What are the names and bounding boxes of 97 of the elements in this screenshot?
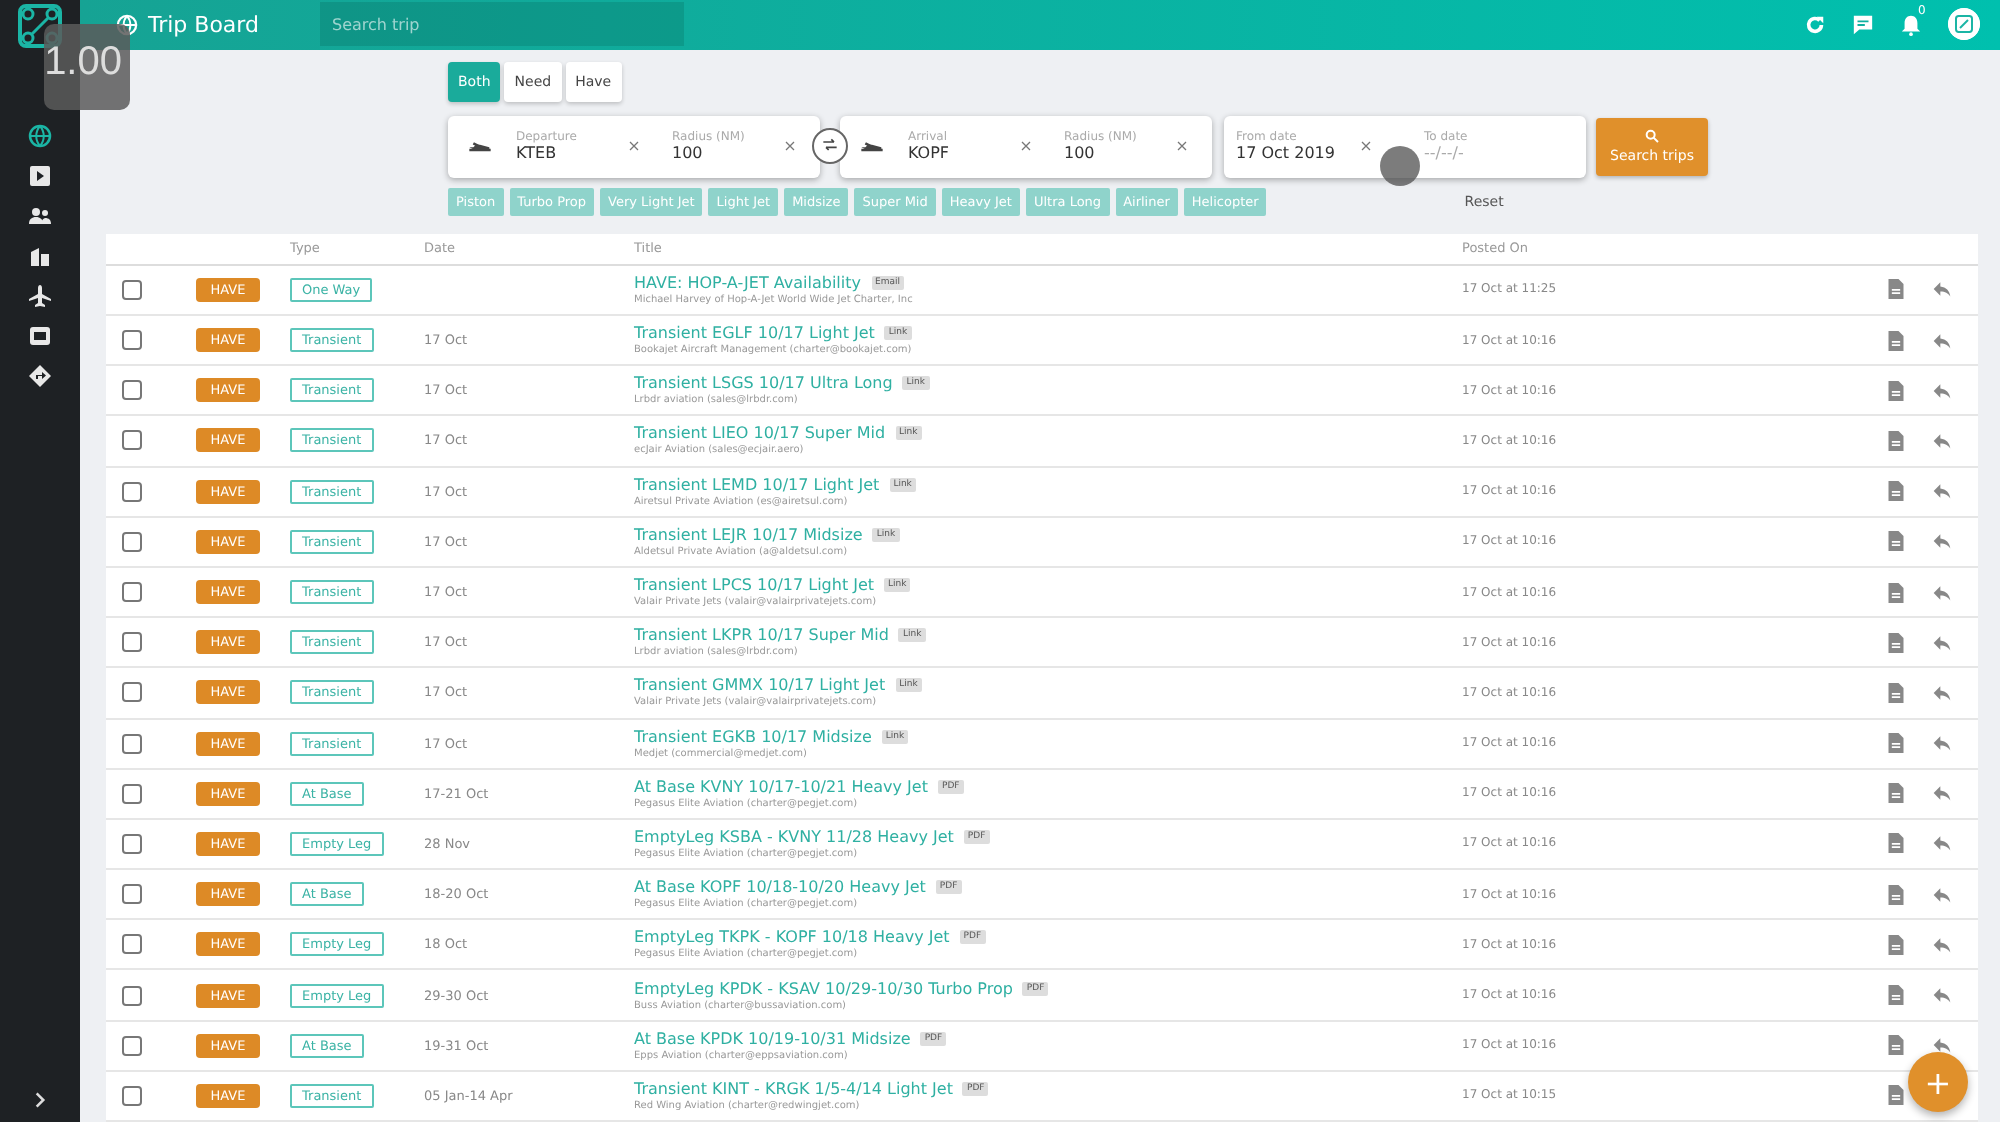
reply-icon[interactable] bbox=[1932, 379, 1952, 402]
avatar-icon[interactable] bbox=[1948, 8, 1980, 41]
row-checkbox[interactable] bbox=[122, 481, 142, 502]
document-icon[interactable] bbox=[1886, 278, 1906, 301]
trip-title-link[interactable]: Transient EGLF 10/17 Light Jet bbox=[634, 324, 875, 343]
trip-title-link[interactable]: Transient EGKB 10/17 Midsize bbox=[634, 727, 872, 746]
trip-title-link[interactable]: Transient LEJR 10/17 Midsize bbox=[634, 525, 863, 544]
trip-title-link[interactable]: At Base KVNY 10/17-10/21 Heavy Jet bbox=[634, 777, 928, 796]
trip-title-link[interactable]: Transient LSGS 10/17 Ultra Long bbox=[634, 374, 893, 393]
document-icon[interactable] bbox=[1886, 480, 1906, 503]
clear-icon[interactable] bbox=[784, 140, 796, 153]
plane-icon bbox=[468, 136, 492, 157]
search-icon bbox=[1644, 128, 1660, 145]
row-checkbox[interactable] bbox=[122, 682, 142, 703]
play-icon[interactable] bbox=[28, 164, 52, 188]
trip-title-link[interactable]: EmptyLeg KSBA - KVNY 11/28 Heavy Jet bbox=[634, 827, 954, 846]
row-checkbox[interactable] bbox=[122, 884, 142, 905]
document-icon[interactable] bbox=[1886, 1084, 1906, 1107]
row-checkbox[interactable] bbox=[122, 1085, 142, 1106]
document-icon[interactable] bbox=[1886, 681, 1906, 704]
app-title: Trip Board bbox=[148, 11, 261, 38]
document-icon[interactable] bbox=[1886, 581, 1906, 604]
row-checkbox[interactable] bbox=[122, 934, 142, 955]
document-icon[interactable] bbox=[1886, 1034, 1906, 1057]
reply-icon[interactable] bbox=[1932, 832, 1952, 855]
document-icon[interactable] bbox=[1886, 832, 1906, 855]
departure-field[interactable]: KTEB bbox=[516, 144, 620, 163]
card-icon[interactable] bbox=[28, 324, 52, 348]
row-checkbox[interactable] bbox=[122, 833, 142, 854]
refresh-icon[interactable] bbox=[1804, 13, 1826, 36]
swap-icon bbox=[820, 138, 840, 155]
reply-icon[interactable] bbox=[1932, 732, 1952, 755]
trip-title-link[interactable]: Transient LPCS 10/17 Light Jet bbox=[634, 576, 875, 595]
reply-icon[interactable] bbox=[1932, 480, 1952, 503]
document-icon[interactable] bbox=[1886, 933, 1906, 956]
reply-icon[interactable] bbox=[1932, 1034, 1952, 1057]
document-icon[interactable] bbox=[1886, 782, 1906, 805]
document-icon[interactable] bbox=[1886, 984, 1906, 1007]
row-checkbox[interactable] bbox=[122, 985, 142, 1006]
chevron-right-icon[interactable] bbox=[30, 1090, 50, 1110]
reply-icon[interactable] bbox=[1932, 883, 1952, 906]
zoom-indicator: 1.00 bbox=[44, 24, 130, 110]
trip-title-link[interactable]: Transient LIEO 10/17 Super Mid bbox=[634, 424, 886, 443]
globe-icon[interactable] bbox=[28, 124, 52, 148]
reply-icon[interactable] bbox=[1932, 429, 1952, 452]
document-icon[interactable] bbox=[1886, 379, 1906, 402]
route-icon[interactable] bbox=[28, 364, 52, 388]
document-icon[interactable] bbox=[1886, 732, 1906, 755]
clear-icon[interactable] bbox=[1176, 140, 1188, 153]
reply-icon[interactable] bbox=[1932, 933, 1952, 956]
reply-icon[interactable] bbox=[1932, 530, 1952, 553]
reply-icon[interactable] bbox=[1932, 631, 1952, 654]
trip-title-link[interactable]: HAVE: HOP-A-JET Availability bbox=[634, 273, 861, 292]
trip-title-link[interactable]: At Base KOPF 10/18-10/20 Heavy Jet bbox=[634, 878, 926, 897]
plane-icon[interactable] bbox=[28, 284, 52, 308]
trip-title-link[interactable]: Transient GMMX 10/17 Light Jet bbox=[634, 676, 886, 695]
reply-icon[interactable] bbox=[1932, 681, 1952, 704]
plane-icon bbox=[860, 136, 884, 157]
reply-icon[interactable] bbox=[1932, 581, 1952, 604]
users-icon[interactable] bbox=[28, 204, 52, 228]
row-checkbox[interactable] bbox=[122, 733, 142, 754]
reply-icon[interactable] bbox=[1932, 278, 1952, 301]
reply-icon[interactable] bbox=[1932, 984, 1952, 1007]
row-checkbox[interactable] bbox=[122, 330, 142, 351]
clear-icon[interactable] bbox=[628, 140, 640, 153]
trip-title-link[interactable]: EmptyLeg TKPK - KOPF 10/18 Heavy Jet bbox=[634, 928, 950, 947]
date-field[interactable]: --/--/- bbox=[1424, 144, 1528, 163]
reply-icon[interactable] bbox=[1932, 782, 1952, 805]
building-icon[interactable] bbox=[28, 244, 52, 268]
row-checkbox[interactable] bbox=[122, 279, 142, 300]
document-icon[interactable] bbox=[1886, 329, 1906, 352]
row-checkbox[interactable] bbox=[122, 531, 142, 552]
radius-field[interactable]: 100 bbox=[1064, 144, 1168, 163]
clear-icon[interactable] bbox=[1020, 140, 1032, 153]
date-field[interactable]: 17 Oct 2019 bbox=[1236, 144, 1340, 163]
bell-icon[interactable] bbox=[1900, 13, 1922, 36]
arrival-field[interactable]: KOPF bbox=[908, 144, 1012, 163]
row-checkbox[interactable] bbox=[122, 632, 142, 653]
row-checkbox[interactable] bbox=[122, 380, 142, 401]
trip-title-link[interactable]: Transient KINT - KRGK 1/5-4/14 Light Jet bbox=[634, 1079, 953, 1098]
document-icon[interactable] bbox=[1886, 429, 1906, 452]
document-icon[interactable] bbox=[1886, 631, 1906, 654]
chat-icon[interactable] bbox=[1852, 13, 1874, 36]
trip-title-link[interactable]: At Base KPDK 10/19-10/31 Midsize bbox=[634, 1029, 911, 1048]
row-checkbox[interactable] bbox=[122, 582, 142, 603]
row-checkbox[interactable] bbox=[122, 430, 142, 451]
document-icon[interactable] bbox=[1886, 883, 1906, 906]
trip-title-link[interactable]: Transient LEMD 10/17 Light Jet bbox=[634, 475, 880, 494]
clear-icon[interactable] bbox=[1360, 140, 1372, 153]
row-checkbox[interactable] bbox=[122, 783, 142, 804]
document-icon[interactable] bbox=[1886, 530, 1906, 553]
globe-icon bbox=[116, 13, 138, 36]
reply-icon[interactable] bbox=[1932, 329, 1952, 352]
radius-field[interactable]: 100 bbox=[672, 144, 776, 163]
trip-title-link[interactable]: EmptyLeg KPDK - KSAV 10/29-10/30 Turbo Prop bbox=[634, 979, 1013, 998]
trip-title-link[interactable]: Transient LKPR 10/17 Super Mid bbox=[634, 626, 889, 645]
row-checkbox[interactable] bbox=[122, 1035, 142, 1056]
